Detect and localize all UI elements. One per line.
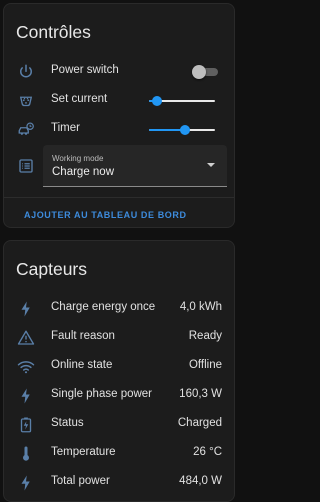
sensor-value: 484,0 W <box>179 475 222 487</box>
flash-icon <box>17 300 35 318</box>
sensor-row-online-state[interactable]: Online state Offline <box>4 355 234 379</box>
power-switch-toggle[interactable] <box>192 65 218 79</box>
sensor-value: 160,3 W <box>179 388 222 400</box>
sensor-row-fault-reason[interactable]: Fault reason Ready <box>4 326 234 350</box>
wifi-icon <box>17 358 35 376</box>
sensor-value: Ready <box>188 330 222 342</box>
sensor-row-temperature[interactable]: Temperature 26 °C <box>4 442 234 466</box>
sensor-value: Offline <box>188 359 222 371</box>
thermometer-icon <box>17 445 35 463</box>
flash-icon <box>17 474 35 492</box>
timer-slider[interactable] <box>149 124 215 136</box>
list-icon <box>17 157 35 175</box>
flash-icon <box>17 387 35 405</box>
working-mode-select[interactable]: Working mode Charge now <box>43 145 227 187</box>
controls-title: Contrôles <box>16 22 91 42</box>
timer-label: Timer <box>51 122 80 134</box>
sensor-value: 26 °C <box>193 446 222 458</box>
dropdown-arrow-icon <box>207 163 215 167</box>
sensor-row-status[interactable]: Status Charged <box>4 413 234 437</box>
car-clock-icon <box>17 121 35 139</box>
controls-card: Contrôles Power switch Set current Timer <box>3 3 235 228</box>
sensor-label: Single phase power <box>51 388 153 400</box>
add-to-dashboard-button[interactable]: AJOUTER AU TABLEAU DE BORD <box>24 210 187 220</box>
slider-knob[interactable] <box>179 125 190 135</box>
set-current-slider[interactable] <box>149 95 215 107</box>
sensor-label: Charge energy once <box>51 301 156 313</box>
sensor-value: Charged <box>177 417 222 429</box>
sensor-row-single-phase-power[interactable]: Single phase power 160,3 W <box>4 384 234 408</box>
ev-plug-icon <box>17 92 35 110</box>
sensors-title: Capteurs <box>16 259 88 279</box>
sensor-row-total-power[interactable]: Total power 484,0 W <box>4 471 234 495</box>
sensors-card: Capteurs Charge energy once 4,0 kWh Faul… <box>3 240 235 502</box>
sensor-label: Total power <box>51 475 110 487</box>
set-current-row: Set current <box>4 89 234 113</box>
sensor-value: 4,0 kWh <box>179 301 222 313</box>
card-divider <box>4 197 234 198</box>
alert-triangle-icon <box>17 329 35 347</box>
set-current-label: Set current <box>51 93 108 105</box>
power-icon <box>17 63 35 81</box>
sensor-label: Online state <box>51 359 113 371</box>
slider-knob[interactable] <box>151 96 162 106</box>
working-mode-value: Charge now <box>52 166 115 178</box>
working-mode-caption: Working mode <box>52 154 104 163</box>
sensor-label: Status <box>51 417 84 429</box>
sensor-label: Fault reason <box>51 330 115 342</box>
sensor-row-charge-energy[interactable]: Charge energy once 4,0 kWh <box>4 297 234 321</box>
power-switch-label: Power switch <box>51 64 119 76</box>
sensor-label: Temperature <box>51 446 116 458</box>
timer-row: Timer <box>4 118 234 142</box>
battery-charging-icon <box>17 416 35 434</box>
toggle-thumb <box>192 65 206 79</box>
power-switch-row: Power switch <box>4 60 234 84</box>
